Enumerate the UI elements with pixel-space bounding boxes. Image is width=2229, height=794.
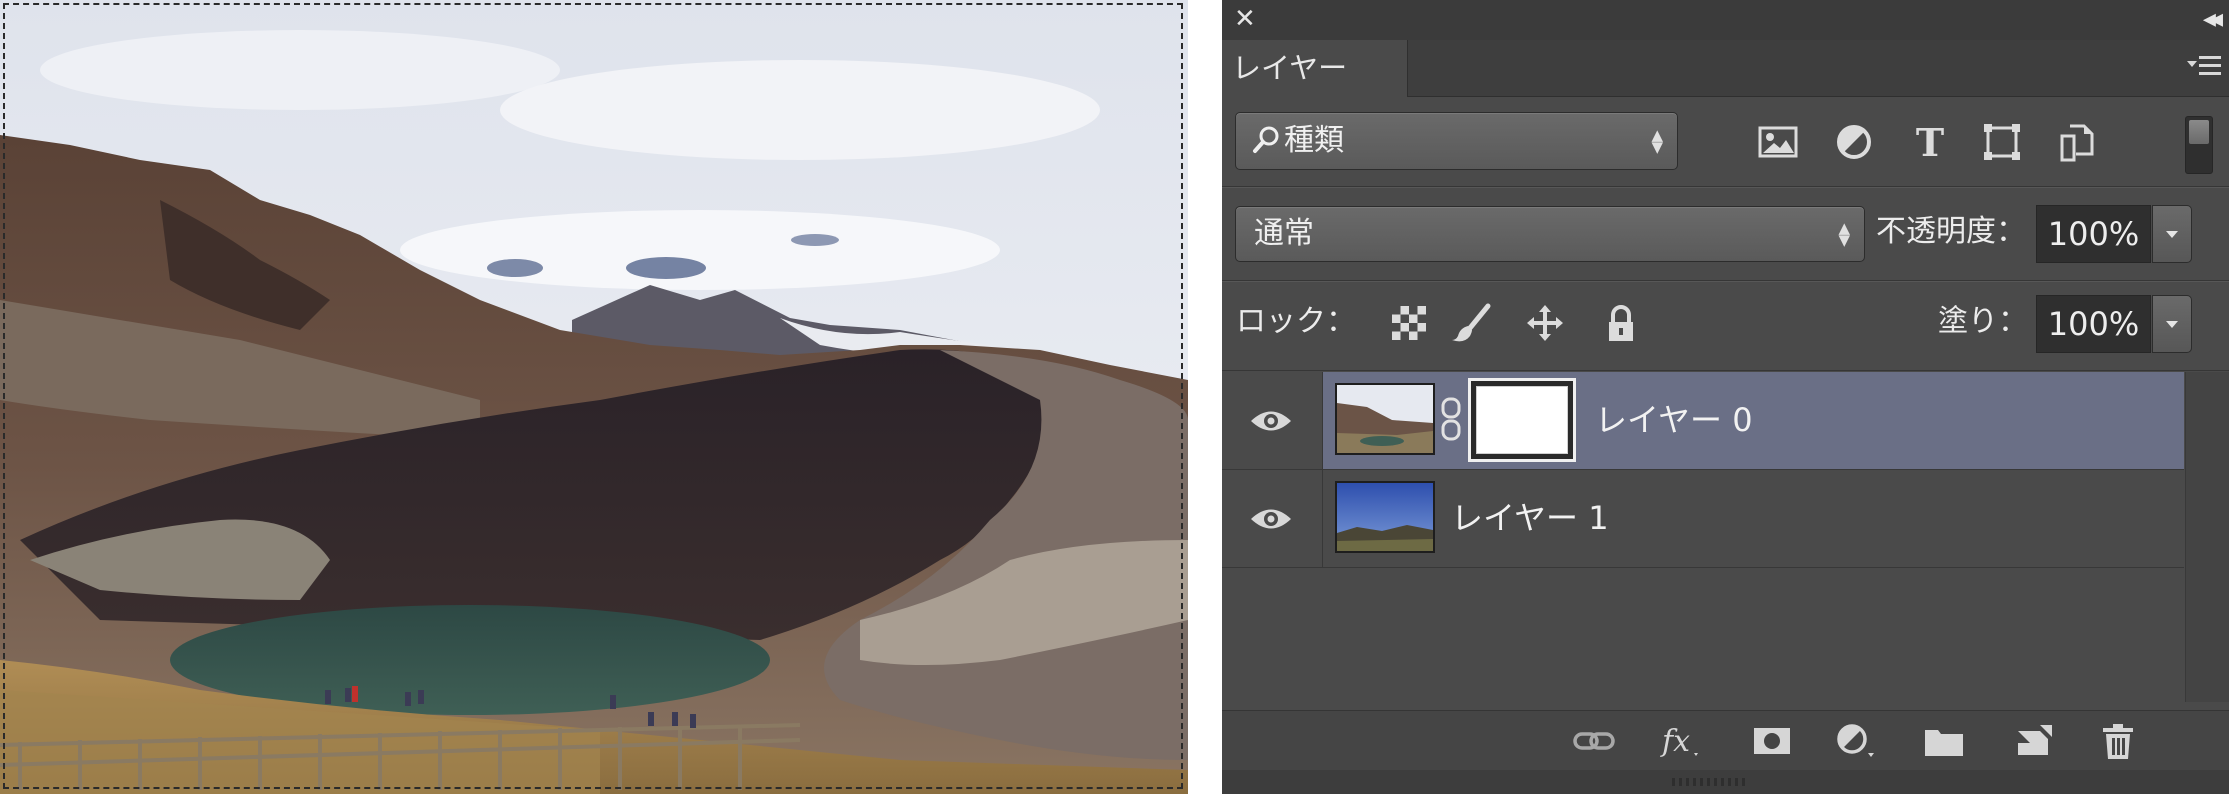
lock-label: ロック： xyxy=(1236,304,1356,339)
link-layers-icon[interactable] xyxy=(1572,721,1616,761)
type-filter-icon[interactable]: T xyxy=(1908,120,1952,164)
layer-row-1[interactable]: レイヤー 1 xyxy=(1222,470,2184,568)
add-mask-icon[interactable] xyxy=(1750,721,1794,761)
opacity-label: 不透明度： xyxy=(1876,214,2026,249)
new-layer-icon[interactable] xyxy=(2010,721,2054,761)
svg-text:fx: fx xyxy=(1660,724,1690,759)
layers-scrollbar[interactable] xyxy=(2185,372,2229,702)
eye-icon[interactable] xyxy=(1249,504,1293,534)
blend-mode-label: 通常 xyxy=(1254,216,1314,251)
layer-name[interactable]: レイヤー 0 xyxy=(1595,400,1753,440)
blend-mode-dropdown[interactable]: 通常 ▲ ▼ xyxy=(1235,206,1865,262)
updown-arrows-icon: ▲ ▼ xyxy=(1651,126,1663,156)
layer-mask-thumbnail[interactable] xyxy=(1468,378,1576,462)
chain-link-icon[interactable] xyxy=(1440,396,1462,442)
layers-panel: ✕ ◂◂ レイヤー 種類 ▲ ▼ T 通常 ▲ ▼ 不透明度： 100% ロック… xyxy=(1222,0,2229,794)
layer-content[interactable]: レイヤー 1 xyxy=(1323,470,2184,567)
lock-transparent-pixels-icon[interactable] xyxy=(1388,302,1430,344)
visibility-cell[interactable] xyxy=(1222,372,1323,469)
layer-name[interactable]: レイヤー 1 xyxy=(1451,498,1609,538)
svg-text:T: T xyxy=(1916,120,1944,164)
shape-filter-icon[interactable] xyxy=(1980,120,2024,164)
image-filter-icon[interactable] xyxy=(1756,120,1800,164)
layer-thumbnail xyxy=(1335,383,1435,455)
adjustment-filter-icon[interactable] xyxy=(1832,120,1876,164)
smart-object-filter-icon[interactable] xyxy=(2054,120,2098,164)
lock-all-icon[interactable] xyxy=(1600,302,1642,344)
updown-arrows-icon: ▲ ▼ xyxy=(1838,219,1850,249)
eye-icon[interactable] xyxy=(1249,406,1293,436)
opacity-dropdown-button[interactable] xyxy=(2152,205,2192,263)
fill-label: 塗り： xyxy=(1938,304,2028,339)
layer-thumbnail xyxy=(1335,481,1435,553)
panel-menu-icon[interactable] xyxy=(2187,54,2221,80)
fill-dropdown-button[interactable] xyxy=(2152,295,2192,353)
opacity-input[interactable]: 100% xyxy=(2036,205,2151,263)
canvas-photo[interactable] xyxy=(0,0,1188,794)
resize-grip-icon[interactable] xyxy=(1672,776,1752,788)
lock-image-pixels-icon[interactable] xyxy=(1450,302,1492,344)
panel-tab-row: レイヤー xyxy=(1222,40,2229,97)
tab-layers[interactable]: レイヤー xyxy=(1222,40,1408,97)
layers-bottom-toolbar: fx xyxy=(1222,710,2229,771)
layer-content-selected[interactable]: レイヤー 0 xyxy=(1323,372,2184,469)
new-adjustment-layer-icon[interactable] xyxy=(1834,721,1878,761)
filter-toggle-switch[interactable] xyxy=(2185,116,2213,174)
filter-kind-label: 種類 xyxy=(1284,123,1344,158)
new-group-icon[interactable] xyxy=(1922,721,1966,761)
delete-layer-icon[interactable] xyxy=(2096,721,2140,761)
layer-filter-dropdown[interactable]: 種類 ▲ ▼ xyxy=(1235,112,1678,170)
panel-titlebar: ✕ ◂◂ xyxy=(1222,0,2229,41)
lock-position-icon[interactable] xyxy=(1524,302,1566,344)
mountain-crater-photo xyxy=(0,0,1188,794)
visibility-cell[interactable] xyxy=(1222,470,1323,567)
close-icon[interactable]: ✕ xyxy=(1234,4,1256,34)
layers-list: レイヤー 0 レイヤー 1 xyxy=(1222,372,2184,702)
collapse-panel-icon[interactable]: ◂◂ xyxy=(2203,4,2223,34)
fx-icon[interactable]: fx xyxy=(1660,721,1704,761)
search-icon xyxy=(1253,126,1279,153)
fill-input[interactable]: 100% xyxy=(2036,295,2151,353)
layer-row-0[interactable]: レイヤー 0 xyxy=(1222,372,2184,470)
